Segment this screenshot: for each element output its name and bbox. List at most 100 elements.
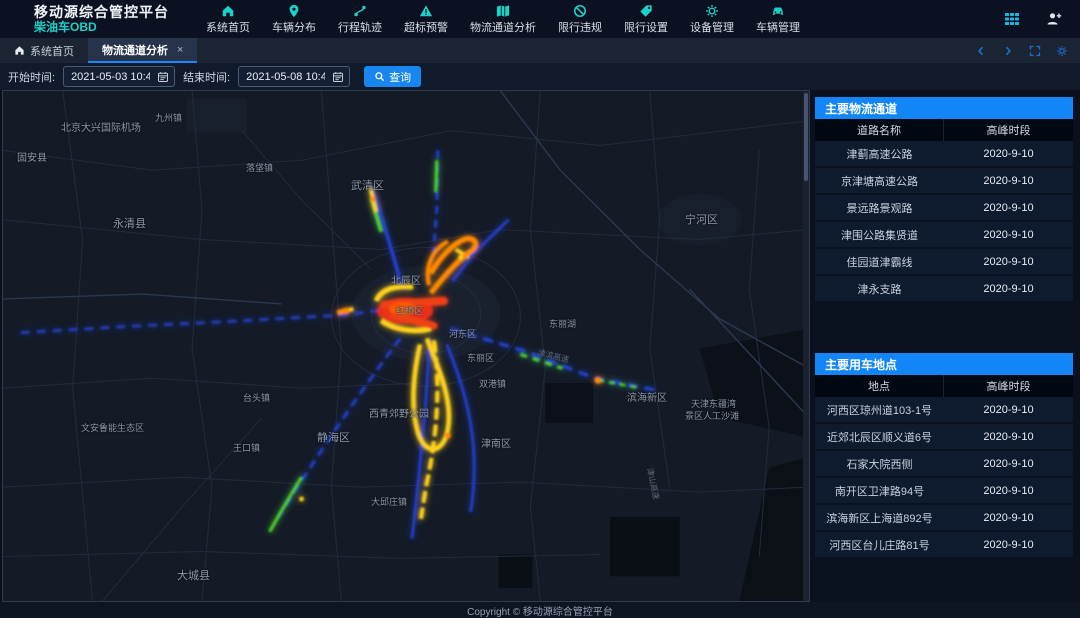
column-peak-time: 高峰时段 — [944, 375, 1073, 397]
expand-icon[interactable] — [1029, 45, 1041, 57]
panel-logistics-channels: 主要物流通道 道路名称 高峰时段 津蓟高速公路 2020-9-10 京津塘高速公… — [815, 97, 1073, 346]
column-location: 地点 — [815, 375, 944, 397]
peak-time-cell: 2020-9-10 — [944, 276, 1073, 301]
column-peak-time: 高峰时段 — [944, 119, 1073, 141]
calendar-icon[interactable] — [332, 71, 344, 83]
footer: Copyright © 移动源综合管控平台 — [0, 602, 1080, 618]
route-icon — [353, 4, 367, 18]
gear-icon — [705, 4, 719, 18]
end-time-input[interactable] — [239, 71, 325, 83]
panel-title: 主要用车地点 — [815, 353, 1073, 375]
right-column: 主要物流通道 道路名称 高峰时段 津蓟高速公路 2020-9-10 京津塘高速公… — [815, 90, 1073, 602]
road-name-cell: 佳园道津霸线 — [815, 249, 944, 274]
content-area: 廊坊九州镇北京大兴国际机场固安县落垡镇武清区永清县宁河区北辰区红桥区东丽湖河东区… — [0, 90, 1080, 602]
tag-icon — [639, 4, 653, 18]
location-cell: 河西区琼州道103-1号 — [815, 397, 944, 422]
location-cell: 南开区卫津路94号 — [815, 478, 944, 503]
peak-time-cell: 2020-9-10 — [944, 168, 1073, 193]
gear-icon[interactable] — [1056, 45, 1068, 57]
table-row[interactable]: 石家大院西侧 2020-9-10 — [815, 451, 1073, 476]
tab-logistics-channel[interactable]: 物流通道分析 × — [88, 38, 197, 63]
table-body: 津蓟高速公路 2020-9-10 京津塘高速公路 2020-9-10 景远路景观… — [815, 141, 1073, 301]
app-window: 移动源综合管控平台 柴油车OBD 系统首页 车辆分布 行程轨迹 超标预警 — [0, 0, 1080, 618]
peak-time-cell: 2020-9-10 — [944, 424, 1073, 449]
table-row[interactable]: 河西区台儿庄路81号 2020-9-10 — [815, 532, 1073, 557]
nav-item-vehicle-management[interactable]: 车辆管理 — [750, 4, 806, 35]
road-name-cell: 津蓟高速公路 — [815, 141, 944, 166]
table-row[interactable]: 津永支路 2020-9-10 — [815, 276, 1073, 301]
car-icon — [771, 4, 785, 18]
peak-time-cell: 2020-9-10 — [944, 397, 1073, 422]
table-row[interactable]: 南开区卫津路94号 2020-9-10 — [815, 478, 1073, 503]
peak-time-cell: 2020-9-10 — [944, 222, 1073, 247]
filter-bar: 开始时间: 结束时间: 查询 — [0, 63, 1080, 90]
close-icon[interactable]: × — [177, 44, 183, 56]
app-title: 移动源综合管控平台 — [34, 4, 200, 20]
table-row[interactable]: 津围公路集贤道 2020-9-10 — [815, 222, 1073, 247]
road-name-cell: 景远路景观路 — [815, 195, 944, 220]
chevron-left-icon[interactable] — [975, 45, 987, 57]
road-name-cell: 津围公路集贤道 — [815, 222, 944, 247]
table-row[interactable]: 津蓟高速公路 2020-9-10 — [815, 141, 1073, 166]
tab-controls — [975, 38, 1068, 63]
ban-icon — [573, 4, 587, 18]
peak-time-cell: 2020-9-10 — [944, 195, 1073, 220]
map-scrollbar-thumb[interactable] — [804, 93, 808, 181]
road-name-cell: 京津塘高速公路 — [815, 168, 944, 193]
table-row[interactable]: 河西区琼州道103-1号 2020-9-10 — [815, 397, 1073, 422]
location-cell: 滨海新区上海道892号 — [815, 505, 944, 530]
nav-item-restriction-violation[interactable]: 限行违规 — [552, 4, 608, 35]
nav-item-restriction-settings[interactable]: 限行设置 — [618, 4, 674, 35]
peak-time-cell: 2020-9-10 — [944, 505, 1073, 530]
table-row[interactable]: 近郊北辰区顺义道6号 2020-9-10 — [815, 424, 1073, 449]
nav-item-home[interactable]: 系统首页 — [200, 4, 256, 35]
main-nav: 系统首页 车辆分布 行程轨迹 超标预警 物流通道分析 限行违规 — [200, 4, 806, 35]
search-icon — [374, 71, 385, 82]
copyright-text: Copyright © 移动源综合管控平台 — [467, 603, 613, 618]
end-time-field[interactable] — [238, 66, 350, 87]
table-header: 地点 高峰时段 — [815, 375, 1073, 397]
start-time-field[interactable] — [63, 66, 175, 87]
nav-item-vehicle-distribution[interactable]: 车辆分布 — [266, 4, 322, 35]
panel-vehicle-locations: 主要用车地点 地点 高峰时段 河西区琼州道103-1号 2020-9-10 近郊… — [815, 353, 1073, 602]
start-time-input[interactable] — [64, 71, 150, 83]
column-road-name: 道路名称 — [815, 119, 944, 141]
tab-bar: 系统首页 物流通道分析 × — [0, 38, 1080, 63]
query-button[interactable]: 查询 — [364, 66, 421, 87]
grid-icon[interactable] — [1004, 11, 1020, 27]
map-scrollbar[interactable] — [803, 91, 809, 602]
nav-item-device-management[interactable]: 设备管理 — [684, 4, 740, 35]
table-row[interactable]: 滨海新区上海道892号 2020-9-10 — [815, 505, 1073, 530]
chevron-right-icon[interactable] — [1002, 45, 1014, 57]
location-cell: 近郊北辰区顺义道6号 — [815, 424, 944, 449]
table-body: 河西区琼州道103-1号 2020-9-10 近郊北辰区顺义道6号 2020-9… — [815, 397, 1073, 557]
panel-title: 主要物流通道 — [815, 97, 1073, 119]
table-row[interactable]: 佳园道津霸线 2020-9-10 — [815, 249, 1073, 274]
calendar-icon[interactable] — [157, 71, 169, 83]
peak-time-cell: 2020-9-10 — [944, 478, 1073, 503]
peak-time-cell: 2020-9-10 — [944, 249, 1073, 274]
table-row[interactable]: 京津塘高速公路 2020-9-10 — [815, 168, 1073, 193]
start-time-label: 开始时间: — [8, 69, 55, 85]
brand: 移动源综合管控平台 柴油车OBD — [0, 4, 200, 34]
tab-home[interactable]: 系统首页 — [0, 38, 88, 63]
home-icon — [14, 45, 25, 56]
user-add-icon[interactable] — [1046, 11, 1062, 27]
map-icon — [496, 4, 510, 18]
end-time-label: 结束时间: — [183, 69, 230, 85]
nav-item-overlimit-alert[interactable]: 超标预警 — [398, 4, 454, 35]
table-row[interactable]: 景远路景观路 2020-9-10 — [815, 195, 1073, 220]
map-canvas — [3, 91, 809, 601]
top-header: 移动源综合管控平台 柴油车OBD 系统首页 车辆分布 行程轨迹 超标预警 — [0, 0, 1080, 38]
road-name-cell: 津永支路 — [815, 276, 944, 301]
peak-time-cell: 2020-9-10 — [944, 451, 1073, 476]
heatmap-map[interactable]: 廊坊九州镇北京大兴国际机场固安县落垡镇武清区永清县宁河区北辰区红桥区东丽湖河东区… — [2, 90, 810, 602]
nav-item-logistics-channel[interactable]: 物流通道分析 — [464, 4, 542, 35]
location-cell: 石家大院西侧 — [815, 451, 944, 476]
table-header: 道路名称 高峰时段 — [815, 119, 1073, 141]
location-cell: 河西区台儿庄路81号 — [815, 532, 944, 557]
peak-time-cell: 2020-9-10 — [944, 141, 1073, 166]
warning-icon — [419, 4, 433, 18]
nav-item-trip-track[interactable]: 行程轨迹 — [332, 4, 388, 35]
peak-time-cell: 2020-9-10 — [944, 532, 1073, 557]
